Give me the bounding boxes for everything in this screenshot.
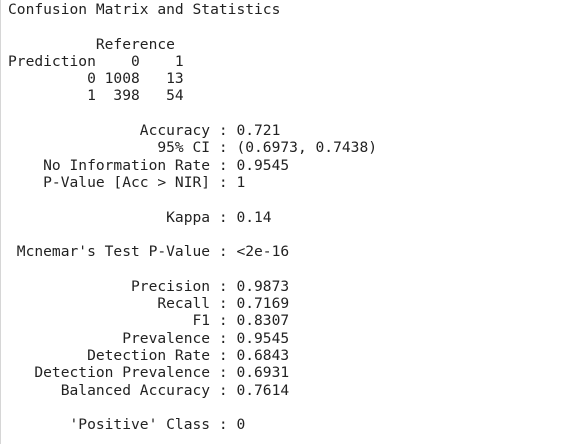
stat-no-information-rate: No Information Rate : 0.9545: [8, 156, 290, 174]
stat-mcnemar-p-value: Mcnemar's Test P-Value : <2e-16: [8, 243, 290, 261]
matrix-row-1: 1 398 54: [8, 87, 184, 105]
stat-95-ci: 95% CI : (0.6973, 0.7438): [8, 139, 378, 157]
output-title: Confusion Matrix and Statistics: [8, 1, 281, 18]
console-left-border: [0, 0, 1, 444]
stat-positive-class: 'Positive' Class : 0: [8, 416, 246, 434]
r-console-output[interactable]: Confusion Matrix and Statistics Referenc…: [8, 1, 377, 433]
stat-detection-rate: Detection Rate : 0.6843: [8, 346, 290, 364]
stat-prevalence: Prevalence : 0.9545: [8, 329, 290, 347]
matrix-column-header: Prediction 0 1: [8, 52, 184, 70]
stat-f1: F1 : 0.8307: [8, 312, 290, 330]
stat-accuracy: Accuracy : 0.721: [8, 122, 281, 140]
matrix-reference-header: Reference: [8, 35, 175, 53]
stat-recall: Recall : 0.7169: [8, 295, 290, 313]
matrix-row-0: 0 1008 13: [8, 70, 184, 88]
stat-balanced-accuracy: Balanced Accuracy : 0.7614: [8, 381, 290, 399]
stat-kappa: Kappa : 0.14: [8, 208, 272, 226]
stat-detection-prevalence: Detection Prevalence : 0.6931: [8, 364, 290, 382]
stat-precision: Precision : 0.9873: [8, 277, 290, 295]
stat-p-value-acc-nir: P-Value [Acc > NIR] : 1: [8, 173, 246, 191]
